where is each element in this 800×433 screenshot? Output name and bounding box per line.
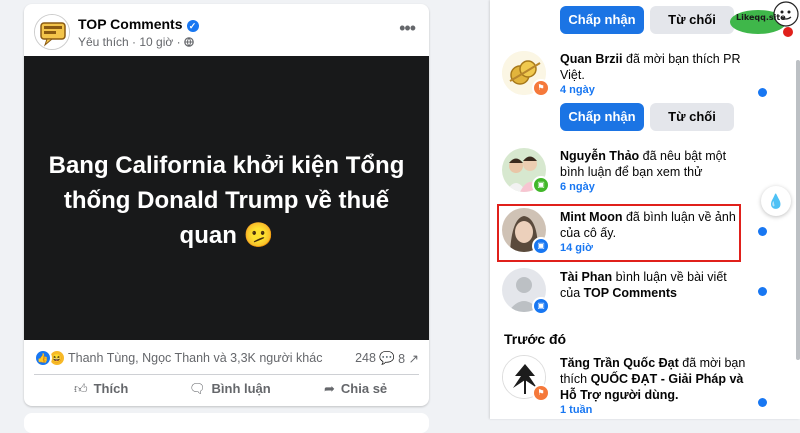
share-label: Chia sẻ xyxy=(340,381,388,396)
thumbs-up-icon: 👍︎ xyxy=(74,381,88,396)
top-comments-logo xyxy=(35,15,69,49)
comment-button[interactable]: 🗨︎ Bình luận xyxy=(189,381,271,397)
comment-icon: 🗨︎ xyxy=(189,381,206,396)
next-post-card xyxy=(24,413,429,433)
comment-count-icon: 💬 xyxy=(379,351,395,365)
notification-text[interactable]: Nguyễn Thảo đã nêu bật một bình luận để … xyxy=(560,148,750,180)
post-headline: Bang California khởi kiện Tổng thống Don… xyxy=(24,148,429,253)
unread-dot xyxy=(758,227,767,236)
notifier-name: Tài Phan xyxy=(560,270,613,284)
like-label: Thích xyxy=(93,381,129,396)
highlight-annotation-box xyxy=(497,204,741,262)
like-reaction-icon: 👍 xyxy=(34,349,52,367)
notification-time: 1 tuần xyxy=(560,404,593,416)
unread-dot xyxy=(758,398,767,407)
section-earlier-title: Trước đó xyxy=(504,331,567,347)
headline-line-3: quan 🫤 xyxy=(179,222,274,249)
share-button[interactable]: ➦ Chia sẻ xyxy=(324,381,387,397)
page-invite-flag-icon: ⚑ xyxy=(532,384,550,402)
notification-text[interactable]: Tài Phan bình luận về bài viết của TOP C… xyxy=(560,269,750,301)
water-drop-sparkle-icon[interactable]: 💧 xyxy=(761,186,791,216)
unread-dot xyxy=(758,88,767,97)
headline-line-1: Bang California khởi kiện Tổng xyxy=(48,152,405,179)
reactors-text[interactable]: Thanh Tùng, Ngọc Thanh và 3,3K người khá… xyxy=(68,351,322,365)
decline-button[interactable]: Từ chối xyxy=(650,103,734,131)
page-invite-flag-icon: ⚑ xyxy=(532,79,550,97)
comments-count[interactable]: 248 💬 xyxy=(355,351,395,366)
shares-count-value: 8 xyxy=(398,352,406,366)
notifier-name: Tăng Trần Quốc Đạt xyxy=(560,356,679,370)
post-actions: 👍︎ Thích 🗨︎ Bình luận ➦ Chia sẻ xyxy=(34,374,419,404)
verified-badge-icon: ✓ xyxy=(186,20,199,32)
notification-text[interactable]: Tăng Trần Quốc Đạt đã mời bạn thích QUỐC… xyxy=(560,355,750,403)
share-count-icon: ↗ xyxy=(408,352,419,366)
more-options-icon[interactable]: ••• xyxy=(399,18,416,39)
accept-button-top[interactable]: Chấp nhận xyxy=(560,6,644,34)
reactions-row: 👍 😆 Thanh Tùng, Ngọc Thanh và 3,3K người… xyxy=(34,344,419,372)
watermark-text: Likeqq.site xyxy=(736,13,786,22)
reaction-icons[interactable]: 👍 😆 xyxy=(34,349,68,367)
likeqq-watermark: Likeqq.site xyxy=(726,0,800,42)
post-card: TOP Comments ✓ Yêu thích · 10 giờ · ••• B… xyxy=(24,4,429,406)
page-avatar[interactable] xyxy=(34,14,70,50)
accept-button[interactable]: Chấp nhận xyxy=(560,103,644,131)
notifier-name: Nguyễn Thảo xyxy=(560,149,640,163)
notification-target: TOP Comments xyxy=(583,286,677,300)
comment-badge-icon: ▣ xyxy=(532,176,550,194)
notification-text[interactable]: Quan Brzii đã mời bạn thích PR Việt. xyxy=(560,51,750,83)
page-name-text[interactable]: TOP Comments xyxy=(78,16,183,32)
post-meta: Yêu thích · 10 giờ · xyxy=(78,35,194,49)
like-button[interactable]: 👍︎ Thích xyxy=(74,381,128,397)
post-image[interactable]: Bang California khởi kiện Tổng thống Don… xyxy=(24,56,429,340)
notifier-name: Quan Brzii xyxy=(560,52,623,66)
page-scrollbar[interactable] xyxy=(796,60,800,360)
unread-dot xyxy=(758,287,767,296)
notification-time: 4 ngày xyxy=(560,84,595,96)
post-meta-text: Yêu thích · 10 giờ · xyxy=(78,35,181,49)
shares-count[interactable]: 8 ↗ xyxy=(398,351,419,366)
globe-icon xyxy=(184,37,194,47)
share-icon: ➦ xyxy=(324,381,335,396)
page-name[interactable]: TOP Comments ✓ xyxy=(78,16,199,32)
comment-label: Bình luận xyxy=(211,381,271,396)
headline-line-2: thống Donald Trump về thuế xyxy=(63,187,390,214)
comment-badge-icon: ▣ xyxy=(532,297,550,315)
decline-button-top[interactable]: Từ chối xyxy=(650,6,734,34)
post-header: TOP Comments ✓ Yêu thích · 10 giờ · ••• xyxy=(24,4,429,56)
notification-time: 6 ngày xyxy=(560,181,595,193)
comments-count-value: 248 xyxy=(355,351,376,365)
